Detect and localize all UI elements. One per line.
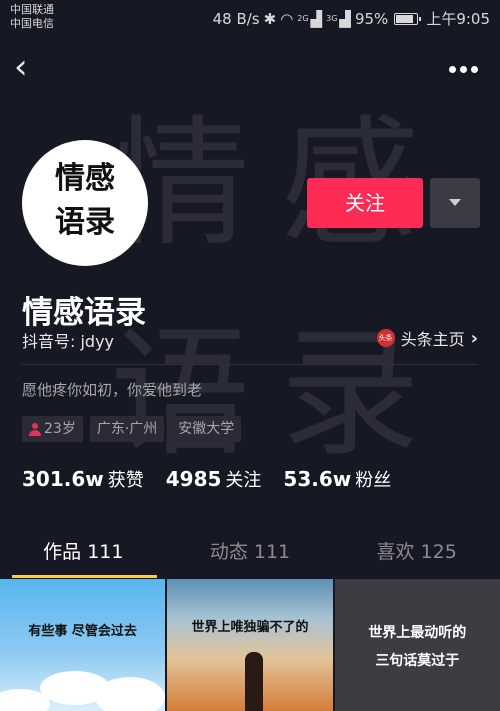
stat-likes[interactable]: 301.6w 获赞 <box>22 466 144 492</box>
network-3g-label: 3G <box>326 14 338 23</box>
stat-following[interactable]: 4985 关注 <box>166 466 262 492</box>
profile-nickname: 情感语录 <box>22 295 146 331</box>
network-2g-label: 2G <box>297 14 309 23</box>
background-calligraphy: 情感语录 <box>110 103 451 476</box>
avatar-text-line-2: 语录 <box>55 205 115 240</box>
douyin-id: 抖音号: jdyy <box>22 332 115 351</box>
stat-followers-label: 粉丝 <box>355 470 392 491</box>
video-grid: 有些事 尽管会过去 世界上唯独骗不了的 世界上最动听的 三句话莫过于 <box>0 579 500 711</box>
dropdown-triangle-icon[interactable] <box>430 178 480 228</box>
battery-percent: 95% <box>354 9 389 28</box>
cloud-shape <box>95 677 165 711</box>
back-arrow-icon[interactable]: ‹ <box>14 50 54 90</box>
toutiao-icon: 头条 <box>376 329 395 347</box>
chevron-right-icon: › <box>470 327 478 349</box>
avatar[interactable]: 情感 语录 <box>22 140 148 266</box>
content-tabs: 作品 111 动态 111 喜欢 125 <box>0 530 500 578</box>
profile-stats: 301.6w 获赞 4985 关注 53.6w 粉丝 <box>22 466 391 492</box>
video-caption-3-line-1: 世界上最动听的 <box>368 625 467 641</box>
video-thumbnail-3[interactable]: 世界上最动听的 三句话莫过于 <box>334 579 500 711</box>
tab-works[interactable]: 作品 111 <box>0 530 167 578</box>
stat-followers[interactable]: 53.6w 粉丝 <box>283 466 391 492</box>
carrier-info: 中国联通 中国电信 <box>10 3 54 31</box>
toutiao-link-label: 头条主页 <box>400 330 465 349</box>
profile-signature: 愿他疼你如初，你爱他到老 <box>22 381 203 399</box>
carrier-2: 中国电信 <box>10 17 54 30</box>
video-thumbnail-1[interactable]: 有些事 尽管会过去 <box>0 579 166 711</box>
network-speed: 48 B/s <box>212 9 260 28</box>
toutiao-homepage-link[interactable]: 头条 头条主页 › <box>376 326 478 350</box>
clock: 上午9:05 <box>426 10 490 28</box>
stat-followers-value: 53.6w <box>283 467 352 491</box>
tag-school: 安徽大学 <box>171 416 242 442</box>
status-indicators: 48 B/s ✱ ◠ 2G ▟ 3G ▟ 95% 上午9:05 <box>213 8 490 29</box>
profile-tags: 23岁 广东·广州 安徽大学 <box>22 416 242 442</box>
stat-likes-value: 301.6w <box>22 467 104 491</box>
tab-likes[interactable]: 喜欢 125 <box>333 530 500 578</box>
tag-age-label: 23岁 <box>44 421 76 437</box>
battery-icon <box>394 12 422 25</box>
tab-dynamics[interactable]: 动态 111 <box>167 530 334 578</box>
video-thumbnail-2[interactable]: 世界上唯独骗不了的 <box>167 579 333 711</box>
more-dots-icon[interactable] <box>438 54 478 84</box>
video-caption-2: 世界上唯独骗不了的 <box>191 620 309 635</box>
silhouette-figure <box>245 652 264 711</box>
video-caption-1: 有些事 尽管会过去 <box>28 624 137 639</box>
divider <box>22 364 478 365</box>
avatar-text-line-1: 情感 <box>55 161 115 196</box>
signal-icon: ▟ <box>310 9 323 28</box>
status-bar: 中国联通 中国电信 48 B/s ✱ ◠ 2G ▟ 3G ▟ 95% 上午9:0… <box>0 0 500 34</box>
person-icon <box>29 422 41 436</box>
bluetooth-icon: ✱ <box>263 9 277 28</box>
video-caption-3-line-2: 三句话莫过于 <box>375 653 460 669</box>
carrier-1: 中国联通 <box>10 3 54 16</box>
stat-following-value: 4985 <box>165 467 222 491</box>
signal-icon: ▟ <box>339 9 351 28</box>
follow-button[interactable]: 关注 <box>307 178 423 228</box>
tag-location: 广东·广州 <box>89 416 165 442</box>
stat-likes-label: 获赞 <box>107 470 144 491</box>
stat-following-label: 关注 <box>225 470 262 491</box>
wifi-icon: ◠ <box>280 9 294 28</box>
tag-age: 23岁 <box>22 416 83 442</box>
